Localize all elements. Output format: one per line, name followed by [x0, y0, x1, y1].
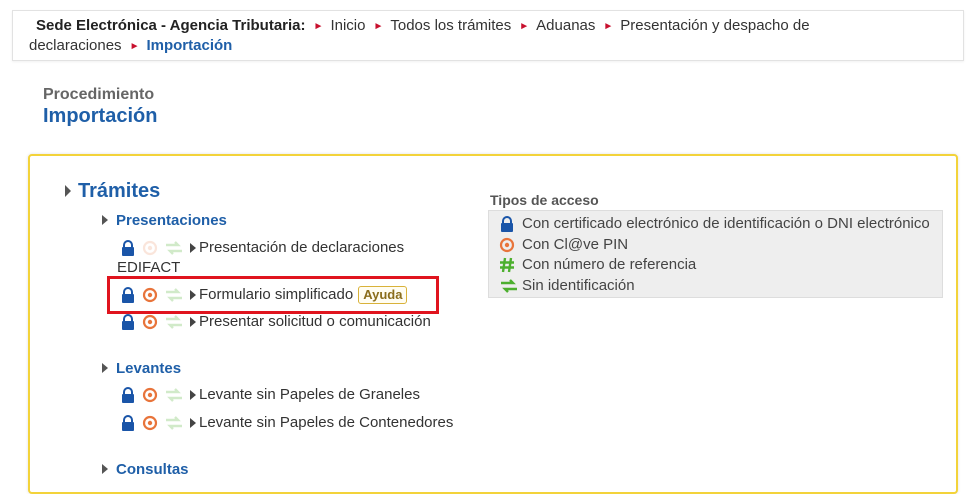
item-label: Levante sin Papeles de Graneles [199, 386, 420, 404]
breadcrumb-separator-icon: ► [603, 21, 614, 32]
lock-icon [120, 240, 136, 257]
access-type-sin-identificacion: Sin identificación [499, 276, 942, 297]
group-presentaciones[interactable]: Presentaciones [102, 212, 227, 229]
highlight-box [107, 276, 439, 314]
access-icons [120, 312, 186, 332]
clave-icon [142, 240, 158, 256]
breadcrumb-separator-icon: ► [313, 21, 324, 32]
list-item-presentar-solicitud[interactable]: Presentar solicitud o comunicación [120, 312, 480, 332]
expand-triangle-icon [102, 363, 108, 373]
procedure-label: Procedimiento [43, 86, 155, 103]
arrows-icon [164, 415, 182, 431]
access-type-label: Con Cl@ve PIN [522, 235, 629, 253]
access-type-label: Con certificado electrónico de identific… [522, 215, 930, 232]
item-label: Presentar solicitud o comunicación [199, 313, 431, 331]
hash-icon [499, 257, 515, 273]
lock-icon [120, 387, 136, 404]
lock-icon [120, 415, 136, 432]
item-triangle-icon [190, 317, 196, 328]
breadcrumb-separator-icon: ► [129, 41, 140, 52]
breadcrumb-todos-tramites[interactable]: Todos los trámites [390, 17, 511, 34]
item-triangle-icon [190, 243, 196, 254]
access-type-referencia: Con número de referencia [499, 255, 942, 276]
tramites-heading[interactable]: Trámites [65, 180, 161, 203]
clave-icon [142, 387, 158, 403]
item-triangle-icon [190, 418, 196, 429]
breadcrumb-aduanas[interactable]: Aduanas [536, 17, 595, 34]
breadcrumb-current: Importación [146, 37, 233, 54]
arrows-icon [164, 387, 182, 403]
access-icons [120, 385, 186, 405]
tramites-panel: Trámites Presentaciones Presentación de … [28, 154, 958, 494]
breadcrumb-inicio[interactable]: Inicio [330, 17, 365, 34]
breadcrumb-separator-icon: ► [519, 21, 530, 32]
access-type-label: Sin identificación [522, 276, 635, 294]
arrows-icon [164, 240, 182, 256]
list-item-levante-graneles[interactable]: Levante sin Papeles de Graneles [120, 385, 480, 405]
expand-triangle-icon [102, 215, 108, 225]
access-icons [120, 238, 186, 258]
breadcrumb-presentacion-despacho-line2: declaraciones [29, 37, 122, 54]
access-types-title: Tipos de acceso [490, 192, 599, 208]
clave-icon [142, 314, 158, 330]
list-item-presentacion-edifact[interactable]: Presentación de declaraciones EDIFACT [117, 238, 480, 278]
group-levantes[interactable]: Levantes [102, 360, 182, 377]
access-type-label: Con número de referencia [522, 256, 697, 273]
lock-icon [499, 216, 515, 233]
group-presentaciones-label: Presentaciones [116, 212, 227, 229]
page-title: Importación [43, 105, 158, 127]
list-item-levante-contenedores[interactable]: Levante sin Papeles de Contenedores [120, 413, 520, 433]
item-label: Levante sin Papeles de Contenedores [199, 414, 454, 432]
clave-icon [142, 415, 158, 431]
access-icons [120, 413, 186, 433]
breadcrumb-site: Sede Electrónica - Agencia Tributaria: [36, 17, 306, 34]
group-consultas[interactable]: Consultas [102, 461, 189, 478]
breadcrumb: Sede Electrónica - Agencia Tributaria: ► I… [12, 10, 964, 61]
item-label-line1: Presentación de declaraciones [199, 239, 405, 257]
arrows-icon [499, 278, 517, 294]
breadcrumb-presentacion-despacho-line1: Presentación y despacho de [620, 17, 810, 34]
item-label-line2: EDIFACT [117, 259, 181, 277]
access-type-certificado: Con certificado electrónico de identific… [499, 214, 942, 235]
group-levantes-label: Levantes [116, 360, 182, 377]
tramites-heading-label: Trámites [78, 180, 161, 202]
lock-icon [120, 314, 136, 331]
group-consultas-label: Consultas [116, 461, 189, 478]
item-triangle-icon [190, 390, 196, 401]
expand-triangle-icon [65, 185, 71, 197]
access-types-legend: Con certificado electrónico de identific… [488, 210, 943, 298]
breadcrumb-separator-icon: ► [373, 21, 384, 32]
access-type-clave: Con Cl@ve PIN [499, 235, 942, 256]
clave-icon [499, 237, 515, 253]
arrows-icon [164, 314, 182, 330]
expand-triangle-icon [102, 464, 108, 474]
